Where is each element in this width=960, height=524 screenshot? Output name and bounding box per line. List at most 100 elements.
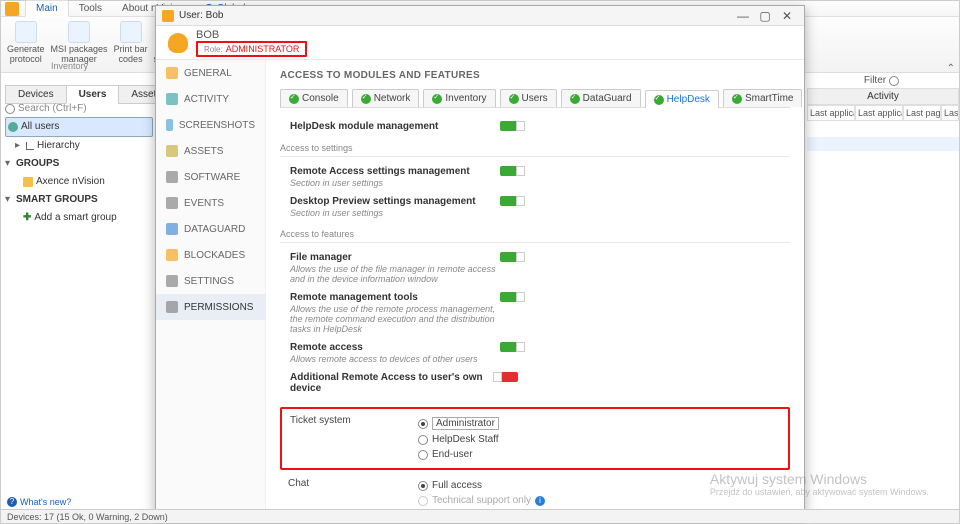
mtab-smarttime[interactable]: SmartTime (723, 89, 803, 107)
minimize-button[interactable]: — (732, 9, 754, 23)
check-icon (570, 94, 580, 104)
column-headers: Last application Last application tit La… (807, 105, 959, 121)
ribbon-tab-tools[interactable]: Tools (69, 1, 112, 16)
label: HelpDesk module management (290, 121, 438, 132)
activity-icon (166, 93, 178, 105)
side-activity[interactable]: ACTIVITY (156, 86, 265, 112)
chat-opt-full[interactable]: Full access (418, 478, 545, 493)
expander-icon[interactable]: ▸ (15, 138, 23, 154)
ticket-opt-enduser[interactable]: End-user (418, 447, 499, 462)
label: Remote access (290, 342, 500, 353)
toggle-dp-settings[interactable] (500, 196, 518, 206)
subhead-access-settings: Access to settings (280, 141, 790, 157)
user-dialog: User: Bob — ▢ ✕ BOB Role:ADMINISTRATOR G… (155, 5, 805, 515)
side-screenshots[interactable]: SCREENSHOTS (156, 112, 265, 138)
camera-icon (166, 119, 173, 131)
label: Desktop Preview settings management (290, 196, 500, 207)
side-software[interactable]: SOFTWARE (156, 164, 265, 190)
toggle-remote-mgmt[interactable] (500, 292, 518, 302)
whats-new-link[interactable]: ?What's new? (7, 497, 71, 507)
maximize-button[interactable]: ▢ (754, 9, 776, 23)
close-button[interactable]: ✕ (776, 9, 798, 23)
toggle-additional-ra[interactable] (500, 372, 518, 382)
ticket-opt-admin[interactable]: Administrator (418, 415, 499, 432)
side-general[interactable]: GENERAL (156, 60, 265, 86)
label: Print bar codes (114, 45, 148, 65)
radio-icon[interactable] (418, 419, 428, 429)
main-title: ACCESS TO MODULES AND FEATURES (280, 70, 790, 81)
tab-users[interactable]: Users (66, 85, 120, 104)
node-all-users[interactable]: All users (5, 117, 153, 137)
events-icon (166, 197, 178, 209)
label: Add a smart group (34, 210, 116, 226)
expander-icon[interactable]: ▾ (5, 192, 13, 208)
label: GROUPS (16, 156, 59, 172)
dialog-sidebar: GENERAL ACTIVITY SCREENSHOTS ASSETS SOFT… (156, 60, 266, 514)
user-avatar-icon (168, 33, 188, 53)
label: EVENTS (184, 198, 224, 209)
toggle-ra-settings[interactable] (500, 166, 518, 176)
ticket-opt-staff[interactable]: HelpDesk Staff (418, 432, 499, 447)
desc: Allows the use of the file manager in re… (290, 264, 500, 284)
toggle-file-manager[interactable] (500, 252, 518, 262)
row-additional-ra: Additional Remote Access to user's own d… (280, 369, 790, 399)
mtab-helpdesk[interactable]: HelpDesk (645, 90, 719, 108)
ribbon-tab-main[interactable]: Main (25, 0, 69, 17)
label: HelpDesk Staff (432, 434, 499, 445)
side-dataguard[interactable]: DATAGUARD (156, 216, 265, 242)
side-permissions[interactable]: PERMISSIONS (156, 294, 265, 320)
radio-icon[interactable] (418, 435, 428, 445)
row-ra-settings: Remote Access settings managementSection… (280, 163, 790, 193)
node-groups[interactable]: ▾GROUPS (5, 155, 153, 173)
mtab-dataguard[interactable]: DataGuard (561, 89, 641, 107)
label: SmartTime (745, 93, 794, 104)
node-add-smart[interactable]: ✚Add a smart group (5, 209, 153, 227)
radio-icon[interactable] (418, 450, 428, 460)
toggle-remote-access[interactable] (500, 342, 518, 352)
general-icon (166, 67, 178, 79)
col-last-app-title[interactable]: Last application tit (855, 105, 903, 121)
windows-watermark: Aktywuj system Windows Przejdź do ustawi… (710, 471, 929, 497)
users-icon (8, 122, 18, 132)
desc: Allows the use of the remote process man… (290, 304, 500, 334)
user-role-badge: Role:ADMINISTRATOR (196, 41, 307, 57)
mtab-network[interactable]: Network (352, 89, 420, 107)
label: All users (21, 119, 59, 135)
node-axence[interactable]: Axence nVision (5, 173, 153, 191)
tab-devices[interactable]: Devices (5, 85, 67, 104)
row-hd-mgmt: HelpDesk module management (280, 118, 790, 137)
btn-print-barcodes[interactable]: Print bar codes (114, 21, 148, 65)
label: SCREENSHOTS (179, 120, 255, 131)
dialog-main: ACCESS TO MODULES AND FEATURES Console N… (266, 60, 804, 514)
side-settings[interactable]: SETTINGS (156, 268, 265, 294)
col-last-url[interactable]: Last page URL (903, 105, 941, 121)
mtab-users[interactable]: Users (500, 89, 557, 107)
grid-row-selected[interactable] (807, 137, 959, 151)
side-blockades[interactable]: BLOCKADES (156, 242, 265, 268)
side-assets[interactable]: ASSETS (156, 138, 265, 164)
app-icon (5, 2, 19, 16)
mtab-console[interactable]: Console (280, 89, 348, 107)
row-remote-mgmt: Remote management toolsAllows the use of… (280, 289, 790, 339)
btn-msi-manager[interactable]: MSI packages manager (51, 21, 108, 65)
node-smart-groups[interactable]: ▾SMART GROUPS (5, 191, 153, 209)
label: Full access (432, 480, 482, 491)
check-icon (732, 94, 742, 104)
ribbon-section-label: Inventory (51, 61, 88, 71)
toggle-hd-mgmt[interactable] (500, 121, 518, 131)
side-events[interactable]: EVENTS (156, 190, 265, 216)
tree-search[interactable]: Search (Ctrl+F) (5, 103, 145, 114)
expander-icon[interactable]: ▾ (5, 156, 13, 172)
node-hierarchy[interactable]: ▸Hierarchy (5, 137, 153, 155)
gear-icon (166, 275, 178, 287)
col-last[interactable]: Last (941, 105, 959, 121)
info-icon[interactable]: i (535, 496, 545, 506)
col-last-app[interactable]: Last application (807, 105, 855, 121)
status-bar: Devices: 17 (15 Ok, 0 Warning, 2 Down) (1, 509, 959, 523)
barcode-icon (120, 21, 142, 43)
radio-icon[interactable] (418, 481, 428, 491)
mtab-inventory[interactable]: Inventory (423, 89, 495, 107)
btn-generate-protocol[interactable]: Generate protocol (7, 21, 45, 65)
doc-icon (15, 21, 37, 43)
filter-row[interactable]: Filter (807, 73, 959, 88)
